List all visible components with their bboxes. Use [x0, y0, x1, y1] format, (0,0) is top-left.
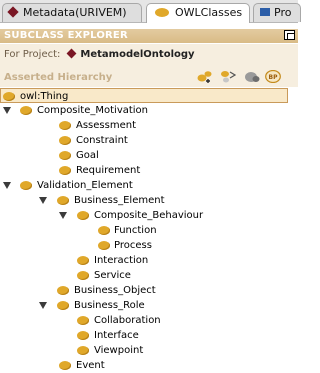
- class-node-icon: [77, 271, 89, 280]
- tree-row[interactable]: Business_Role: [0, 298, 298, 313]
- tree-row-owl-thing[interactable]: owl:Thing: [0, 88, 288, 103]
- tree-row-label: Collaboration: [94, 315, 161, 326]
- svg-text:BP: BP: [269, 74, 279, 81]
- tree-row-label: Business_Role: [74, 300, 145, 311]
- tree-row-label: Composite_Motivation: [37, 105, 149, 116]
- expand-toggle-icon[interactable]: [39, 302, 47, 309]
- diamond-icon: [7, 6, 19, 18]
- tree-row-label: Interaction: [94, 255, 149, 266]
- tab-label: OWLClasses: [175, 6, 243, 19]
- tree-row[interactable]: Goal: [0, 148, 298, 163]
- delete-class-icon[interactable]: [244, 70, 260, 83]
- class-node-icon: [20, 106, 32, 115]
- expand-toggle-icon[interactable]: [3, 107, 11, 114]
- tree-row[interactable]: Interface: [0, 328, 298, 343]
- hierarchy-toolbar: Asserted Hierarchy BP: [0, 66, 298, 87]
- tree-row[interactable]: Assessment: [0, 118, 298, 133]
- tab-label: Metadata(URIVEM): [23, 6, 127, 19]
- tab-owl-classes[interactable]: OWLClasses: [146, 3, 250, 23]
- expand-toggle-icon[interactable]: [39, 197, 47, 204]
- class-node-icon: [59, 151, 71, 160]
- tree-row-label: Service: [94, 270, 131, 281]
- class-node-icon: [77, 211, 89, 220]
- expand-toggle-icon[interactable]: [59, 212, 67, 219]
- tree-row-label: Goal: [76, 150, 99, 161]
- class-node-icon: [98, 226, 110, 235]
- class-node-icon: [77, 256, 89, 265]
- tree-row-label: Composite_Behaviour: [94, 210, 204, 221]
- tree-row-label: Validation_Element: [37, 180, 133, 191]
- tree-row[interactable]: Business_Element: [0, 193, 298, 208]
- class-node-icon: [57, 286, 69, 295]
- tree-row-label: Constraint: [76, 135, 128, 146]
- class-tree: owl:Thing Composite_Motivation Assessmen…: [0, 88, 298, 372]
- create-subclass-icon[interactable]: [197, 70, 213, 83]
- class-node-icon: [59, 361, 71, 370]
- tree-row[interactable]: Validation_Element: [0, 178, 298, 193]
- tree-row-label: Assessment: [76, 120, 136, 131]
- tab-bar: Metadata(URIVEM) OWLClasses Pro: [0, 0, 301, 23]
- tree-row[interactable]: Service: [0, 268, 298, 283]
- class-node-icon: [59, 136, 71, 145]
- tree-row-label: owl:Thing: [20, 91, 69, 102]
- class-node-icon: [59, 166, 71, 175]
- tree-row[interactable]: Viewpoint: [0, 343, 298, 358]
- project-row: For Project: MetamodelOntology: [0, 44, 298, 66]
- tree-row[interactable]: Collaboration: [0, 313, 298, 328]
- tree-row-label: Viewpoint: [94, 345, 144, 356]
- tree-row[interactable]: Composite_Motivation: [0, 103, 298, 118]
- tree-row[interactable]: Constraint: [0, 133, 298, 148]
- tree-row-label: Event: [76, 360, 105, 371]
- tree-row[interactable]: Interaction: [0, 253, 298, 268]
- window-restore-icon[interactable]: [284, 30, 295, 40]
- tree-row-label: Requirement: [76, 165, 141, 176]
- properties-icon: [260, 8, 270, 16]
- tree-row[interactable]: Business_Object: [0, 283, 298, 298]
- panel-title: SUBCLASS EXPLORER: [4, 30, 128, 41]
- tree-row[interactable]: Process: [0, 238, 298, 253]
- project-icon: [66, 48, 77, 59]
- tab-properties[interactable]: Pro: [253, 3, 301, 22]
- owl-badge-icon[interactable]: BP: [265, 70, 281, 83]
- tab-metadata[interactable]: Metadata(URIVEM): [2, 3, 142, 22]
- class-node-icon: [59, 121, 71, 130]
- project-name: MetamodelOntology: [80, 49, 195, 60]
- class-node-icon: [77, 331, 89, 340]
- tree-row-label: Function: [114, 225, 157, 236]
- tab-label: Pro: [274, 6, 292, 19]
- project-label: For Project:: [4, 49, 61, 60]
- tree-row[interactable]: Function: [0, 223, 298, 238]
- class-node-icon: [77, 316, 89, 325]
- tree-row-label: Business_Element: [74, 195, 165, 206]
- tree-row[interactable]: Event: [0, 358, 298, 373]
- class-node-icon: [77, 346, 89, 355]
- tree-row[interactable]: Composite_Behaviour: [0, 208, 298, 223]
- tree-row[interactable]: Requirement: [0, 163, 298, 178]
- class-node-icon: [3, 92, 15, 101]
- class-node-icon: [57, 301, 69, 310]
- owl-class-icon: [155, 7, 169, 17]
- expand-toggle-icon[interactable]: [3, 182, 11, 189]
- class-node-icon: [57, 196, 69, 205]
- class-node-icon: [98, 241, 110, 250]
- create-sibling-icon[interactable]: [220, 70, 236, 83]
- panel-header: SUBCLASS EXPLORER: [0, 29, 298, 43]
- tree-row-label: Process: [114, 240, 152, 251]
- hierarchy-label: Asserted Hierarchy: [4, 72, 113, 83]
- tree-row-label: Interface: [94, 330, 139, 341]
- class-node-icon: [20, 181, 32, 190]
- tree-row-label: Business_Object: [74, 285, 156, 296]
